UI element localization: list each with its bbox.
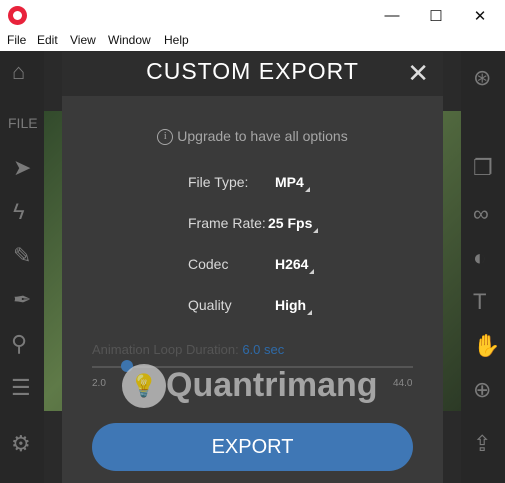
dialog-header: CUSTOM EXPORT ✕ — [62, 52, 443, 96]
app-logo-icon — [8, 6, 27, 25]
file-type-label: File Type: — [188, 174, 249, 190]
left-toolbar: ⌂ FILE ➤ ϟ ✎ ✒ ⚲ ☰ ⚙ — [0, 51, 44, 483]
contrast-icon[interactable]: ◐ — [473, 245, 486, 271]
file-type-dropdown[interactable]: MP4 — [275, 174, 310, 192]
figure-icon[interactable]: ⚲ — [11, 331, 27, 357]
watermark-text: Quantrimang — [166, 366, 378, 404]
codec-dropdown[interactable]: H264 — [275, 256, 315, 274]
home-icon[interactable]: ⌂ — [12, 59, 25, 85]
slider-min-label: 2.0 — [92, 378, 106, 389]
frame-rate-dropdown[interactable]: 25 Fps — [268, 215, 319, 233]
loop-duration-text: Animation Loop Duration: — [92, 342, 239, 357]
quality-dropdown[interactable]: High — [275, 297, 313, 315]
share-icon[interactable]: ⇪ — [473, 431, 491, 457]
pen-icon[interactable]: ✒ — [13, 287, 31, 313]
lightning-icon[interactable]: ϟ — [13, 199, 25, 225]
quality-label: Quality — [188, 297, 232, 313]
gear-icon[interactable]: ⚙ — [11, 431, 31, 457]
file-panel-label: FILE — [8, 115, 38, 131]
info-icon: i — [157, 129, 174, 146]
lightbulb-icon: 💡 — [122, 364, 166, 408]
custom-export-dialog: CUSTOM EXPORT ✕ i Upgrade to have all opt… — [62, 52, 443, 483]
menu-window[interactable]: Window — [108, 33, 151, 47]
loop-duration-value: 6.0 sec — [242, 342, 285, 357]
menu-bar: File Edit View Window Help — [0, 31, 505, 52]
upgrade-text: Upgrade to have all options — [177, 128, 348, 144]
zoom-icon[interactable]: ⊕ — [473, 377, 491, 403]
close-icon[interactable]: ✕ — [407, 58, 429, 89]
hand-icon[interactable]: ✋ — [473, 333, 500, 359]
menu-file[interactable]: File — [7, 33, 26, 47]
dialog-title: CUSTOM EXPORT — [146, 58, 359, 84]
minimize-button[interactable]: — — [370, 0, 414, 31]
export-button[interactable]: EXPORT — [92, 423, 413, 471]
right-toolbar: ⊛ ❐ ∞ ◐ T ✋ ⊕ ⇪ — [461, 51, 505, 483]
codec-label: Codec — [188, 256, 229, 272]
mask-icon[interactable]: ∞ — [473, 201, 489, 227]
title-bar: — ☐ ✕ — [0, 0, 505, 31]
menu-edit[interactable]: Edit — [37, 33, 58, 47]
watermark: 💡 Quantrimang — [122, 364, 412, 410]
layers-icon[interactable]: ❐ — [473, 155, 493, 181]
upgrade-notice[interactable]: i Upgrade to have all options — [62, 128, 443, 146]
maximize-button[interactable]: ☐ — [414, 0, 458, 31]
text-icon[interactable]: T — [473, 289, 486, 315]
compass-icon[interactable]: ⊛ — [473, 65, 491, 91]
frame-rate-label: Frame Rate: — [188, 215, 266, 231]
close-window-button[interactable]: ✕ — [458, 0, 502, 31]
sliders-icon[interactable]: ☰ — [11, 375, 31, 401]
loop-duration-label: Animation Loop Duration: 6.0 sec — [92, 342, 284, 357]
menu-view[interactable]: View — [70, 33, 96, 47]
pointer-icon[interactable]: ➤ — [13, 155, 31, 181]
menu-help[interactable]: Help — [164, 33, 189, 47]
brush-icon[interactable]: ✎ — [13, 243, 31, 269]
